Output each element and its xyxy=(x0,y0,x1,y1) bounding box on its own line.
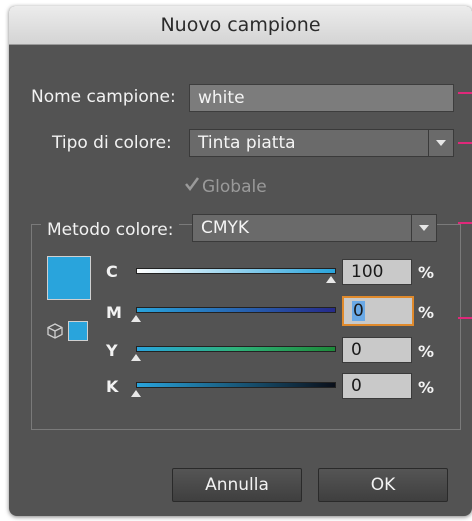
cyan-percent-label: % xyxy=(418,263,435,282)
color-mode-dropdown[interactable]: CMYK xyxy=(192,214,437,242)
color-preview-swatch xyxy=(47,256,91,300)
magenta-percent-label: % xyxy=(418,303,435,322)
slider-label-c: C xyxy=(106,262,118,281)
callout-line-3 xyxy=(458,222,472,224)
yellow-value-input[interactable]: 0 xyxy=(342,337,412,363)
slider-thumb-magenta[interactable] xyxy=(131,315,141,322)
slider-track-magenta[interactable] xyxy=(136,307,336,313)
cyan-value-input[interactable]: 100 xyxy=(342,259,412,285)
swatch-name-label: Nome campione: xyxy=(31,87,176,107)
cancel-button[interactable]: Annulla xyxy=(172,468,302,502)
slider-track-cyan[interactable] xyxy=(136,268,336,274)
slider-label-y: Y xyxy=(106,341,118,360)
color-mode-label: Metodo colore: xyxy=(41,220,180,240)
callout-line-4 xyxy=(458,317,472,319)
dialog-title: Nuovo campione xyxy=(160,14,321,36)
slider-thumb-black[interactable] xyxy=(131,390,141,397)
color-type-value: Tinta piatta xyxy=(198,133,296,153)
slider-label-k: K xyxy=(106,377,119,396)
callout-line-2 xyxy=(458,142,472,144)
cube-icon xyxy=(47,323,63,344)
swatch-name-input[interactable]: white xyxy=(189,84,454,112)
chevron-down-icon xyxy=(411,215,436,241)
dialog-titlebar: Nuovo campione xyxy=(9,6,472,45)
gamut-swatch[interactable] xyxy=(68,321,88,341)
yellow-percent-label: % xyxy=(418,342,435,361)
callout-line-1 xyxy=(458,92,472,94)
black-percent-label: % xyxy=(418,378,435,397)
slider-track-black[interactable] xyxy=(136,382,336,388)
chevron-down-icon xyxy=(428,130,453,156)
checkmark-icon xyxy=(184,176,202,197)
color-mode-group xyxy=(31,224,461,430)
black-value-input[interactable]: 0 xyxy=(342,373,412,399)
ok-button[interactable]: OK xyxy=(318,468,448,502)
magenta-value-input[interactable]: 0 xyxy=(342,296,414,326)
magenta-value-text: 0 xyxy=(352,301,365,321)
color-type-dropdown[interactable]: Tinta piatta xyxy=(189,129,454,157)
color-mode-value: CMYK xyxy=(201,218,250,238)
slider-thumb-cyan[interactable] xyxy=(326,276,336,283)
color-type-label: Tipo di colore: xyxy=(52,133,172,153)
new-swatch-dialog: Nuovo campione Nome campione: white Tipo… xyxy=(9,6,472,516)
slider-track-yellow[interactable] xyxy=(136,346,336,352)
slider-thumb-yellow[interactable] xyxy=(131,354,141,361)
global-checkbox[interactable]: Globale xyxy=(184,176,267,197)
slider-label-m: M xyxy=(106,303,122,322)
global-label: Globale xyxy=(202,176,267,197)
